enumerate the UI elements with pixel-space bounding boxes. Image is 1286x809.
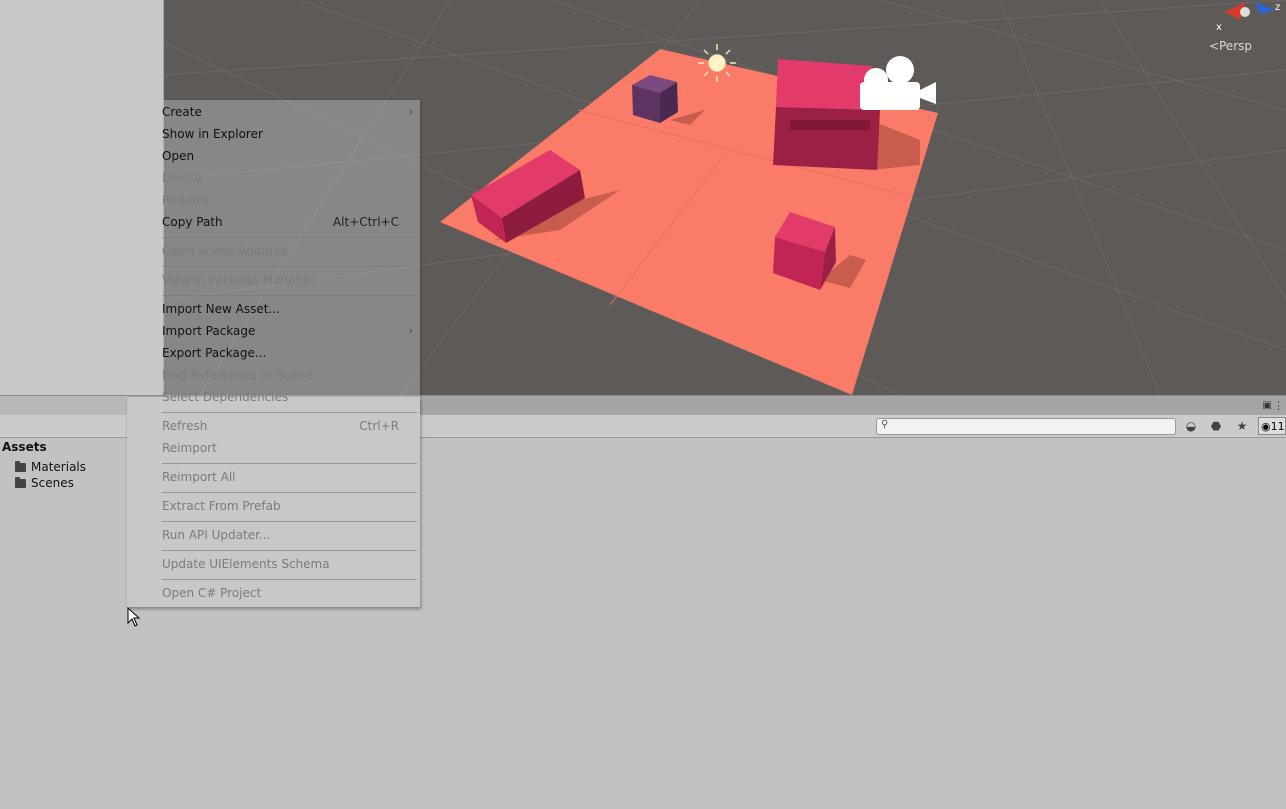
menu-item-label: Extract From Prefab	[162, 499, 281, 513]
perspective-label: Persp	[1219, 39, 1252, 53]
context-menu: Create › Show in Explorer Open Delete Ren…	[127, 100, 420, 607]
chevron-right-icon: ›	[408, 105, 413, 118]
axis-z-label: z	[1275, 2, 1280, 13]
eye-slash-icon: ◉	[1261, 420, 1271, 433]
menu-item-create[interactable]: Create ›	[162, 102, 413, 122]
menu-item-label: View in Package Manager	[162, 273, 316, 287]
orientation-gizmo[interactable]: x z	[1216, 2, 1280, 33]
menu-item-import-new-asset[interactable]: Import New Asset...	[162, 299, 402, 319]
menu-item-label: Select Dependencies	[162, 390, 289, 404]
menu-item-open-csharp-project[interactable]: Open C# Project	[162, 583, 402, 603]
purple-cube[interactable]	[632, 75, 678, 123]
label-tag-icon[interactable]: ⬣	[1205, 418, 1227, 434]
menu-separator	[162, 295, 417, 296]
menu-item-label: Import Package	[162, 324, 256, 338]
menu-item-run-api-updater[interactable]: Run API Updater...	[162, 525, 402, 545]
menu-item-label: Open Scene Additive	[162, 244, 288, 258]
menu-item-view-in-package-manager[interactable]: View in Package Manager	[162, 270, 402, 290]
folder-item-materials[interactable]: Materials	[15, 459, 86, 475]
menu-item-label: Rename	[162, 193, 212, 207]
menu-item-reimport-all[interactable]: Reimport All	[162, 467, 402, 487]
menu-item-export-package[interactable]: Export Package...	[162, 343, 402, 363]
red-block[interactable]	[773, 59, 880, 170]
menu-item-open[interactable]: Open	[162, 146, 402, 166]
menu-item-label: Show in Explorer	[162, 127, 263, 141]
menu-item-label: Open C# Project	[162, 586, 262, 600]
perspective-icon: <	[1208, 39, 1219, 53]
search-by-type-icon[interactable]: ◒	[1180, 418, 1202, 434]
menu-separator	[162, 266, 417, 267]
menu-separator	[162, 492, 417, 493]
more-options-icon[interactable]: ⋮	[1273, 399, 1284, 412]
menu-item-rename[interactable]: Rename	[162, 190, 402, 210]
folder-item-scenes[interactable]: Scenes	[15, 475, 74, 491]
folder-icon	[15, 460, 26, 472]
axis-x-label: x	[1216, 22, 1222, 33]
menu-item-label: Update UIElements Schema	[162, 557, 330, 571]
menu-item-select-dependencies[interactable]: Select Dependencies	[162, 387, 402, 407]
hidden-packages-toggle[interactable]: ◉11	[1258, 417, 1286, 435]
assets-root[interactable]: Assets	[2, 440, 47, 454]
camera-icon[interactable]	[860, 56, 936, 110]
search-field[interactable]: ⚲	[876, 418, 1176, 435]
menu-separator	[162, 579, 417, 580]
perspective-toggle[interactable]: <Persp	[1209, 39, 1252, 53]
chevron-right-icon: ›	[408, 324, 413, 337]
menu-item-reimport[interactable]: Reimport	[162, 438, 402, 458]
menu-item-label: Copy Path	[162, 215, 223, 229]
menu-item-import-package[interactable]: Import Package ›	[162, 321, 413, 341]
hidden-count: 11	[1270, 420, 1285, 433]
favorite-star-icon[interactable]: ★	[1231, 418, 1253, 434]
mouse-cursor-icon	[127, 607, 141, 627]
search-icon: ⚲	[881, 419, 889, 430]
menu-separator	[162, 521, 417, 522]
menu-separator	[162, 550, 417, 551]
menu-item-delete[interactable]: Delete	[162, 168, 402, 188]
menu-item-label: Refresh	[162, 419, 208, 433]
menu-item-shortcut: Alt+Ctrl+C	[332, 215, 399, 229]
menu-item-open-scene-additive[interactable]: Open Scene Additive	[162, 241, 402, 261]
menu-item-extract-from-prefab[interactable]: Extract From Prefab	[162, 496, 402, 516]
menu-item-label: Export Package...	[162, 346, 267, 360]
menu-item-label: Import New Asset...	[162, 302, 280, 316]
menu-item-refresh[interactable]: Refresh Ctrl+R	[162, 416, 402, 436]
menu-separator	[162, 237, 417, 238]
folder-label: Materials	[31, 460, 87, 474]
menu-item-shortcut: Ctrl+R	[359, 419, 399, 433]
menu-item-label: Create	[162, 105, 202, 119]
menu-separator	[162, 463, 417, 464]
tab-project[interactable]	[0, 396, 128, 416]
search-input[interactable]	[893, 419, 1169, 433]
menu-item-label: Run API Updater...	[162, 528, 271, 542]
folder-label: Scenes	[31, 476, 74, 490]
menu-item-label: Find References In Scene	[162, 368, 313, 382]
menu-item-label: Reimport	[162, 441, 217, 455]
menu-separator	[162, 412, 417, 413]
menu-item-show-in-explorer[interactable]: Show in Explorer	[162, 124, 402, 144]
menu-item-copy-path[interactable]: Copy Path Alt+Ctrl+C	[162, 212, 402, 232]
lock-icon[interactable]: ▣	[1263, 400, 1272, 411]
menu-item-label: Delete	[162, 171, 202, 185]
menu-item-update-uielements-schema[interactable]: Update UIElements Schema	[162, 554, 402, 574]
menu-item-find-references-in-scene[interactable]: Find References In Scene	[162, 365, 402, 385]
menu-item-label: Open	[162, 149, 195, 163]
menu-item-label: Reimport All	[162, 470, 236, 484]
folder-icon	[15, 476, 26, 488]
